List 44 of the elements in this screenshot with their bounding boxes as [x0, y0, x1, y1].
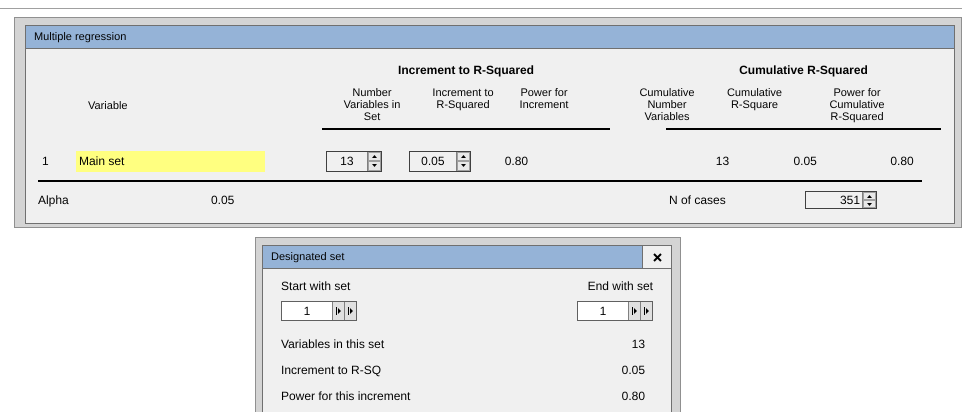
cases-spinner[interactable]: 351 — [805, 191, 877, 209]
stat-value: 0.80 — [622, 388, 645, 405]
variable-field[interactable]: Main set — [76, 150, 266, 172]
column-header: Power for Cumulative R-Squared — [829, 87, 885, 123]
table-cell-text: 0.05 — [793, 153, 817, 170]
stat-label: Power for this increment — [281, 388, 410, 405]
stat-value: 13 — [632, 336, 645, 353]
set-label: Start with set — [281, 278, 350, 295]
stat-label: Variables in this set — [281, 336, 384, 353]
set-spinner[interactable]: 1 — [281, 301, 357, 321]
column-header: Increment to R-Squared — [432, 87, 494, 111]
down-arrow-icon — [372, 164, 377, 168]
right-arrow-icon — [336, 307, 341, 315]
column-header: Cumulative Number Variables — [639, 87, 695, 123]
up-arrow-icon — [460, 154, 466, 158]
group-header: Cumulative R-Squared — [739, 62, 868, 79]
dialog-title: Designated set — [263, 246, 643, 268]
close-icon — [652, 252, 662, 262]
right-arrow-icon — [644, 307, 649, 315]
alpha-label: Alpha — [38, 192, 69, 207]
up-arrow-icon — [867, 194, 872, 198]
column-header: Number Variables in Set — [344, 87, 400, 123]
stat-value: 0.05 — [622, 362, 645, 379]
number-spinner[interactable]: 13 — [326, 150, 382, 172]
column-header: Variable — [88, 100, 128, 112]
increment-spinner[interactable]: 0.05 — [408, 150, 471, 172]
up-arrow-icon — [372, 154, 377, 158]
table-cell-text: 0.80 — [890, 153, 914, 170]
group-header: Increment to R-Squared — [398, 62, 534, 79]
table-cell-text: 13 — [716, 153, 730, 170]
column-header: Cumulative R-Square — [726, 87, 782, 111]
down-arrow-icon — [867, 202, 872, 206]
table-cell-text: 0.80 — [504, 153, 528, 170]
cases-label: N of cases — [669, 192, 726, 207]
row-index: 1 — [42, 154, 49, 168]
window-title: Multiple regression — [26, 26, 954, 49]
right-arrow-icon — [348, 307, 353, 315]
set-spinner[interactable]: 1 — [577, 301, 653, 321]
alpha-value: 0.05 — [211, 192, 234, 207]
down-arrow-icon — [460, 164, 466, 168]
set-label: End with set — [588, 278, 653, 295]
stat-label: Increment to R-SQ — [281, 362, 382, 379]
right-arrow-icon — [632, 307, 637, 315]
column-header: Power for Increment — [520, 87, 568, 111]
